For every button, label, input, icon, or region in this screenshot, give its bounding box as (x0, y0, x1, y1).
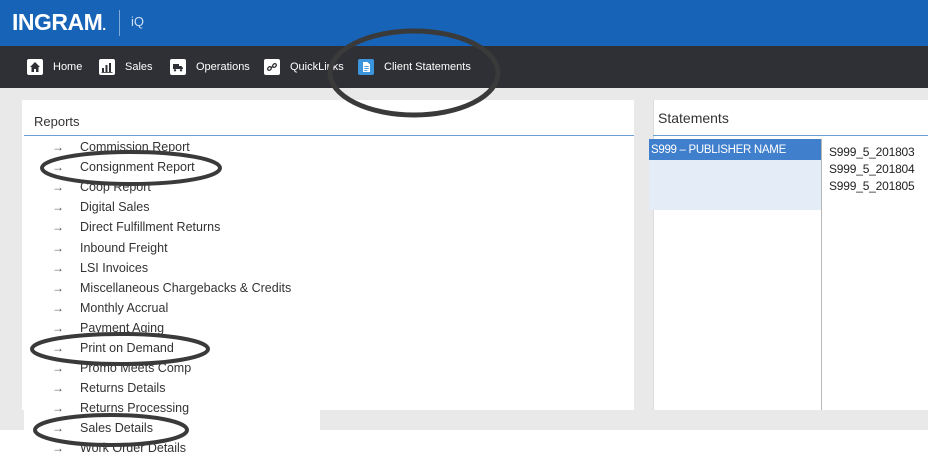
report-item-label: Coop Report (80, 180, 151, 195)
logo-separator (119, 10, 120, 36)
truck-icon (170, 59, 186, 75)
nav-home[interactable]: Home (27, 46, 82, 88)
arrow-right-icon: → (52, 381, 64, 396)
nav-sales-label: Sales (125, 61, 153, 73)
arrow-right-icon: → (52, 421, 64, 436)
report-item-label: Print on Demand (80, 340, 174, 355)
statement-file-list: S999_5_201803 S999_5_201804 S999_5_201805 (829, 145, 915, 196)
statement-file-item[interactable]: S999_5_201804 (829, 162, 915, 179)
statements-header: Statements (653, 101, 928, 136)
document-icon (358, 59, 374, 75)
nav-operations[interactable]: Operations (170, 46, 250, 88)
arrow-right-icon: → (52, 140, 64, 155)
report-item-label: Monthly Accrual (80, 300, 169, 315)
nav-client-statements-label: Client Statements (384, 61, 471, 73)
nav-home-label: Home (53, 61, 83, 73)
nav-operations-label: Operations (196, 61, 250, 73)
bar-chart-icon (99, 59, 115, 75)
report-item-label: Returns Processing (80, 401, 190, 416)
statement-file-item[interactable]: S999_5_201803 (829, 145, 915, 162)
report-item-label: Inbound Freight (80, 240, 168, 255)
statements-title: Statements (658, 110, 729, 126)
statement-file-item[interactable]: S999_5_201805 (829, 179, 915, 196)
arrow-right-icon: → (52, 220, 64, 235)
report-item-label: Miscellaneous Chargebacks & Credits (80, 280, 292, 295)
statements-divider (821, 139, 822, 410)
nav-quicklinks[interactable]: QuickLinks (264, 46, 344, 88)
arrow-right-icon: → (52, 300, 64, 315)
nav-bar: Home Sales Operations QuickLinks Client … (0, 46, 928, 88)
app-name: iQ (131, 14, 144, 29)
report-item-label: Promo Meets Comp (80, 361, 192, 376)
report-item-label: Sales Details (80, 421, 153, 436)
arrow-right-icon: → (52, 320, 64, 335)
arrow-right-icon: → (52, 160, 64, 175)
link-icon (264, 59, 280, 75)
publisher-item-selected[interactable]: S999 – PUBLISHER NAME (649, 139, 821, 160)
ingram-logo[interactable]: INGRAM. (12, 9, 106, 36)
arrow-right-icon: → (52, 441, 64, 456)
arrow-right-icon: → (52, 401, 64, 416)
home-icon (27, 59, 43, 75)
reports-title: Reports (34, 114, 80, 129)
report-item-label: Work Order Details (80, 441, 187, 456)
nav-sales[interactable]: Sales (99, 46, 153, 88)
arrow-right-icon: → (52, 180, 64, 195)
arrow-right-icon: → (52, 260, 64, 275)
arrow-right-icon: → (52, 280, 64, 295)
arrow-right-icon: → (52, 361, 64, 376)
arrow-right-icon: → (52, 240, 64, 255)
report-item-label: Payment Aging (80, 320, 165, 335)
report-item-label: LSI Invoices (80, 260, 149, 275)
nav-quicklinks-label: QuickLinks (290, 61, 344, 73)
report-item-label: Commission Report (80, 140, 190, 155)
report-item-label: Direct Fulfillment Returns (80, 220, 221, 235)
arrow-right-icon: → (52, 340, 64, 355)
top-bar: INGRAM. iQ (0, 0, 928, 46)
report-item-label: Digital Sales (80, 200, 150, 215)
page-margin (0, 430, 24, 463)
arrow-right-icon: → (52, 200, 64, 215)
publisher-list: S999 – PUBLISHER NAME (649, 139, 821, 210)
nav-client-statements[interactable]: Client Statements (358, 46, 471, 88)
report-item-label: Consignment Report (80, 160, 195, 175)
reports-header: Reports (24, 101, 634, 136)
report-item-label: Returns Details (80, 381, 166, 396)
